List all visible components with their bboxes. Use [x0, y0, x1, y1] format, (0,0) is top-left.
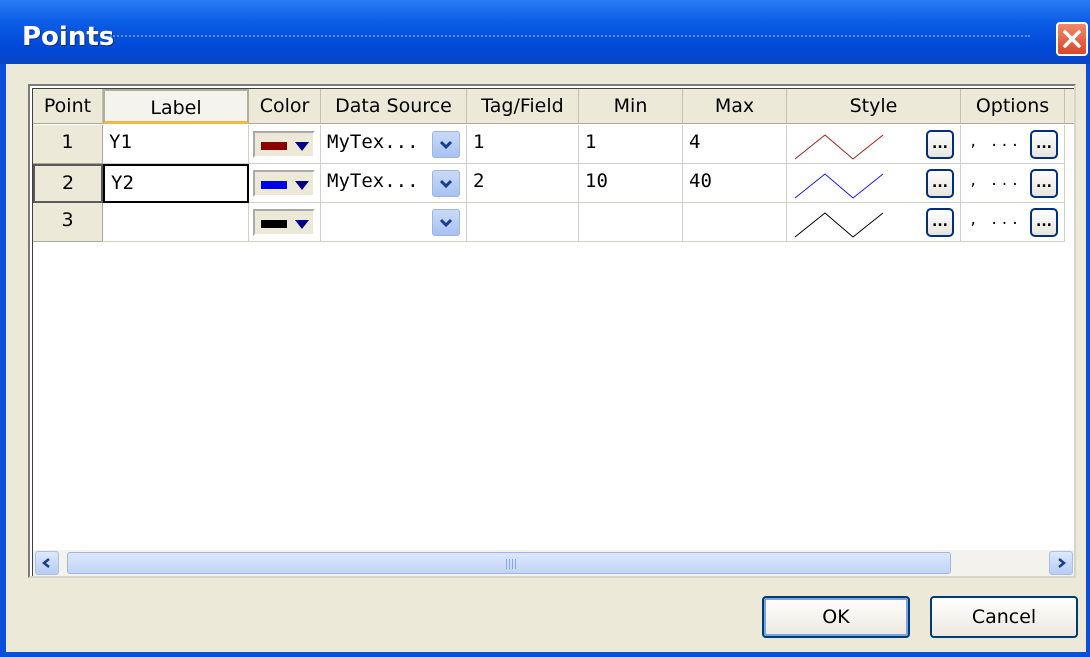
line-style-preview	[794, 134, 884, 160]
options-cell[interactable]: , ......	[961, 125, 1065, 164]
caret-down-icon	[295, 142, 309, 151]
max-cell[interactable]	[683, 203, 787, 242]
style-edit-button[interactable]: ...	[926, 130, 954, 159]
column-header-filler	[1065, 89, 1074, 124]
options-cell[interactable]: , ......	[961, 203, 1065, 242]
min-cell[interactable]: 1	[579, 125, 683, 164]
column-header-label[interactable]: Label	[103, 89, 249, 124]
line-style-preview	[794, 212, 884, 238]
tag-field-cell[interactable]: 2	[467, 164, 579, 203]
dropdown-button[interactable]	[432, 131, 460, 158]
color-dropdown[interactable]	[253, 209, 315, 236]
line-style-preview	[794, 173, 884, 199]
row-header[interactable]: 2	[33, 164, 103, 203]
chevron-left-icon	[41, 558, 50, 568]
color-picker[interactable]	[249, 164, 321, 203]
label-cell[interactable]	[103, 203, 249, 242]
tag-field-cell[interactable]: 1	[467, 125, 579, 164]
style-cell[interactable]: ...	[787, 164, 961, 203]
options-edit-button[interactable]: ...	[1030, 208, 1058, 237]
label-cell[interactable]: Y2	[103, 164, 249, 203]
scroll-right-button[interactable]	[1049, 551, 1073, 575]
data-source-value: MyTex...	[327, 170, 419, 192]
column-header-point[interactable]: Point	[33, 89, 103, 124]
ok-button[interactable]: OK	[762, 596, 910, 638]
style-edit-button[interactable]: ...	[926, 208, 954, 237]
scroll-thumb[interactable]	[67, 552, 951, 574]
dropdown-button[interactable]	[432, 209, 460, 236]
min-cell[interactable]: 10	[579, 164, 683, 203]
close-icon	[1063, 30, 1081, 48]
data-source-combo[interactable]: MyTex...	[321, 125, 467, 164]
color-picker[interactable]	[249, 125, 321, 164]
chevron-down-icon	[439, 140, 453, 150]
color-picker[interactable]	[249, 203, 321, 242]
caret-down-icon	[295, 220, 309, 229]
scroll-grip	[506, 559, 518, 569]
caret-down-icon	[295, 181, 309, 190]
row-header[interactable]: 3	[33, 203, 103, 242]
max-cell[interactable]: 40	[683, 164, 787, 203]
column-header-style[interactable]: Style	[787, 89, 961, 124]
horizontal-scrollbar[interactable]	[33, 550, 1074, 576]
options-edit-button[interactable]: ...	[1030, 130, 1058, 159]
points-dialog: Points Point Label Color Data Source Tag…	[0, 0, 1090, 657]
color-dropdown[interactable]	[253, 131, 315, 158]
column-header-options[interactable]: Options	[961, 89, 1065, 124]
column-header-data-source[interactable]: Data Source	[321, 89, 467, 124]
data-source-combo[interactable]: MyTex...	[321, 164, 467, 203]
tag-field-cell[interactable]	[467, 203, 579, 242]
options-cell[interactable]: , ......	[961, 164, 1065, 203]
options-edit-button[interactable]: ...	[1030, 169, 1058, 198]
row-header[interactable]: 1	[33, 125, 103, 164]
color-swatch	[261, 181, 287, 189]
color-swatch	[261, 142, 287, 150]
column-header-color[interactable]: Color	[249, 89, 321, 124]
column-header-max[interactable]: Max	[683, 89, 787, 124]
style-cell[interactable]: ...	[787, 125, 961, 164]
color-swatch	[261, 220, 287, 228]
color-dropdown[interactable]	[253, 170, 315, 197]
close-button[interactable]	[1056, 22, 1088, 56]
style-cell[interactable]: ...	[787, 203, 961, 242]
chevron-right-icon	[1058, 558, 1067, 568]
style-edit-button[interactable]: ...	[926, 169, 954, 198]
cancel-button[interactable]: Cancel	[930, 596, 1078, 638]
title-bar[interactable]: Points	[0, 0, 1090, 64]
dialog-body: Point Label Color Data Source Tag/Field …	[6, 64, 1086, 652]
title-bar-decoration	[110, 35, 1030, 39]
options-summary: , ...	[969, 173, 1022, 189]
data-source-combo[interactable]	[321, 203, 467, 242]
min-cell[interactable]	[579, 203, 683, 242]
chevron-down-icon	[439, 218, 453, 228]
options-summary: , ...	[969, 134, 1022, 150]
chevron-down-icon	[439, 179, 453, 189]
dropdown-button[interactable]	[432, 170, 460, 197]
data-source-value: MyTex...	[327, 131, 419, 153]
column-header-min[interactable]: Min	[579, 89, 683, 124]
label-cell[interactable]: Y1	[103, 125, 249, 164]
column-header-tag-field[interactable]: Tag/Field	[467, 89, 579, 124]
points-grid: Point Label Color Data Source Tag/Field …	[28, 84, 1076, 578]
options-summary: , ...	[969, 212, 1022, 228]
window-title: Points	[22, 22, 115, 52]
max-cell[interactable]: 4	[683, 125, 787, 164]
scroll-left-button[interactable]	[35, 551, 59, 575]
